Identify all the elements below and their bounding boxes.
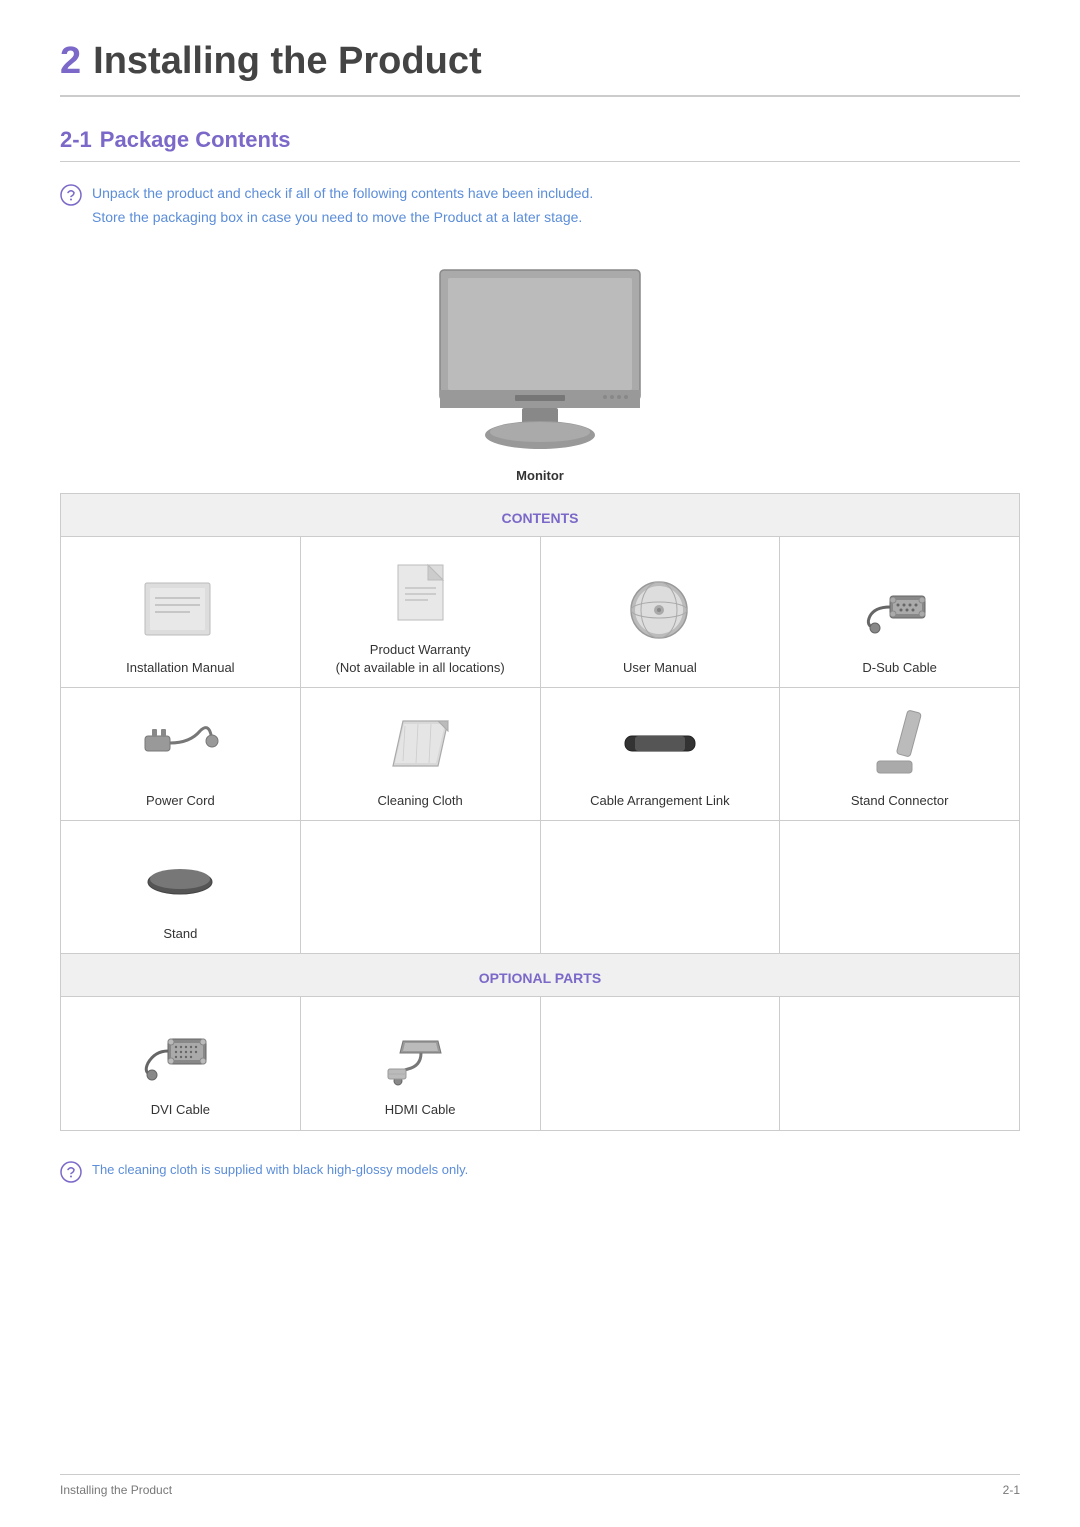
list-item: DVI Cable bbox=[61, 997, 301, 1130]
installation-manual-image bbox=[69, 571, 292, 651]
list-item: Cable Arrangement Link bbox=[540, 687, 780, 820]
installation-manual-icon bbox=[140, 578, 220, 643]
table-row: Stand bbox=[61, 821, 1020, 954]
monitor-area: Monitor bbox=[60, 260, 1020, 483]
table-row: OPTIONAL PARTS bbox=[61, 954, 1020, 997]
list-item: Power Cord bbox=[61, 687, 301, 820]
contents-table: CONTENTS Installation Manual bbox=[60, 493, 1020, 1131]
list-item: Cleaning Cloth bbox=[300, 687, 540, 820]
dsub-cable-label: D-Sub Cable bbox=[788, 659, 1011, 677]
section-text: Package Contents bbox=[100, 127, 291, 152]
product-warranty-image bbox=[309, 553, 532, 633]
power-cord-image bbox=[69, 704, 292, 784]
monitor-illustration bbox=[400, 260, 680, 460]
cable-arrangement-icon bbox=[620, 721, 700, 766]
note-block: Unpack the product and check if all of t… bbox=[60, 182, 1020, 230]
dsub-cable-image bbox=[788, 571, 1011, 651]
footer-note-icon bbox=[60, 1161, 82, 1183]
note-icon bbox=[60, 184, 82, 206]
footer-note: The cleaning cloth is supplied with blac… bbox=[60, 1159, 1020, 1183]
user-manual-label: User Manual bbox=[549, 659, 772, 677]
list-item: Product Warranty(Not available in all lo… bbox=[300, 536, 540, 687]
product-warranty-icon bbox=[393, 560, 448, 625]
user-manual-icon bbox=[627, 578, 692, 643]
chapter-title: 2 Installing the Product bbox=[60, 40, 1020, 97]
monitor-label: Monitor bbox=[516, 468, 564, 483]
chapter-number: 2 bbox=[60, 40, 81, 82]
table-row: Installation Manual Product Warranty(Not… bbox=[61, 536, 1020, 687]
list-item-empty bbox=[540, 821, 780, 954]
stand-image bbox=[69, 837, 292, 917]
note-line-1: Unpack the product and check if all of t… bbox=[92, 182, 593, 206]
list-item-empty bbox=[780, 821, 1020, 954]
stand-icon bbox=[145, 857, 215, 897]
dvi-cable-icon bbox=[140, 1021, 220, 1086]
contents-header: CONTENTS bbox=[61, 493, 1020, 536]
list-item: User Manual bbox=[540, 536, 780, 687]
installation-manual-label: Installation Manual bbox=[69, 659, 292, 677]
hdmi-cable-image bbox=[309, 1013, 532, 1093]
list-item: HDMI Cable bbox=[300, 997, 540, 1130]
list-item: D-Sub Cable bbox=[780, 536, 1020, 687]
list-item: Stand Connector bbox=[780, 687, 1020, 820]
section-title: 2-1 Package Contents bbox=[60, 127, 1020, 162]
dvi-cable-label: DVI Cable bbox=[69, 1101, 292, 1119]
cleaning-cloth-icon bbox=[383, 711, 458, 776]
power-cord-icon bbox=[140, 711, 220, 776]
stand-label: Stand bbox=[69, 925, 292, 943]
user-manual-image bbox=[549, 571, 772, 651]
footer-right-text: 2-1 bbox=[1003, 1483, 1020, 1497]
list-item: Installation Manual bbox=[61, 536, 301, 687]
section-number: 2-1 bbox=[60, 127, 92, 152]
product-warranty-label: Product Warranty(Not available in all lo… bbox=[309, 641, 532, 677]
hdmi-cable-label: HDMI Cable bbox=[309, 1101, 532, 1119]
page-footer: Installing the Product 2-1 bbox=[60, 1474, 1020, 1497]
hdmi-cable-icon bbox=[383, 1021, 458, 1086]
list-item: Stand bbox=[61, 821, 301, 954]
list-item-empty bbox=[780, 997, 1020, 1130]
note-line-2: Store the packaging box in case you need… bbox=[92, 206, 593, 230]
footer-left-text: Installing the Product bbox=[60, 1483, 172, 1497]
stand-connector-label: Stand Connector bbox=[788, 792, 1011, 810]
cleaning-cloth-label: Cleaning Cloth bbox=[309, 792, 532, 810]
table-row: Power Cord Cleaning C bbox=[61, 687, 1020, 820]
stand-connector-image bbox=[788, 704, 1011, 784]
cleaning-cloth-image bbox=[309, 704, 532, 784]
cable-arrangement-label: Cable Arrangement Link bbox=[549, 792, 772, 810]
dsub-cable-icon bbox=[860, 578, 940, 643]
footer-note-text: The cleaning cloth is supplied with blac… bbox=[92, 1159, 468, 1181]
dvi-cable-image bbox=[69, 1013, 292, 1093]
optional-header: OPTIONAL PARTS bbox=[61, 954, 1020, 997]
table-row: DVI Cable HDMI Cable bbox=[61, 997, 1020, 1130]
list-item-empty bbox=[540, 997, 780, 1130]
chapter-text: Installing the Product bbox=[93, 40, 481, 82]
list-item-empty bbox=[300, 821, 540, 954]
cable-arrangement-image bbox=[549, 704, 772, 784]
stand-connector-icon bbox=[872, 706, 927, 781]
note-text: Unpack the product and check if all of t… bbox=[92, 182, 593, 230]
power-cord-label: Power Cord bbox=[69, 792, 292, 810]
